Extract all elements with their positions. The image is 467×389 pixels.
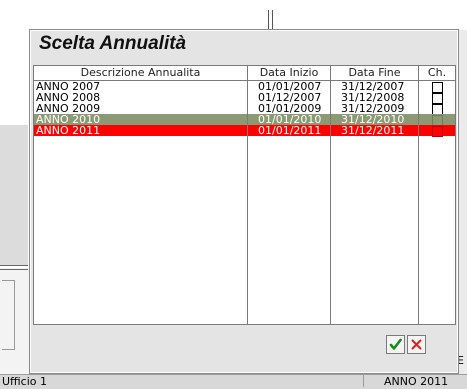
column-divider	[247, 66, 248, 324]
dialog-title: Scelta Annualità	[39, 33, 187, 54]
year-selection-dialog: Scelta Annualità Descrizione Annualita D…	[29, 29, 459, 374]
column-divider	[418, 66, 419, 324]
column-divider	[330, 66, 331, 324]
left-inner-panel	[2, 280, 15, 350]
x-icon	[411, 339, 422, 350]
row-end-date: 31/12/2011	[341, 124, 405, 137]
column-header-description[interactable]: Descrizione Annualita	[34, 66, 247, 81]
horizontal-splitter-left[interactable]	[0, 265, 28, 270]
row-checkbox[interactable]	[432, 126, 443, 137]
confirm-button[interactable]	[386, 335, 405, 354]
column-header-check[interactable]: Ch.	[419, 66, 455, 81]
column-header-end-date[interactable]: Data Fine	[331, 66, 418, 81]
status-office: Ufficio 1	[2, 375, 48, 388]
column-header-start-date[interactable]: Data Inizio	[248, 66, 330, 81]
row-start-date: 01/01/2011	[258, 124, 322, 137]
cancel-button[interactable]	[407, 335, 426, 354]
checkmark-icon	[389, 338, 402, 350]
row-description: ANNO 2011	[36, 124, 101, 137]
table-row[interactable]: ANNO 2011 01/01/2011 31/12/2011	[34, 124, 455, 137]
vertical-splitter[interactable]	[268, 10, 273, 30]
left-panel	[0, 125, 28, 265]
years-grid[interactable]: Descrizione Annualita Data Inizio Data F…	[33, 65, 456, 325]
status-year: ANNO 2011	[384, 375, 449, 388]
